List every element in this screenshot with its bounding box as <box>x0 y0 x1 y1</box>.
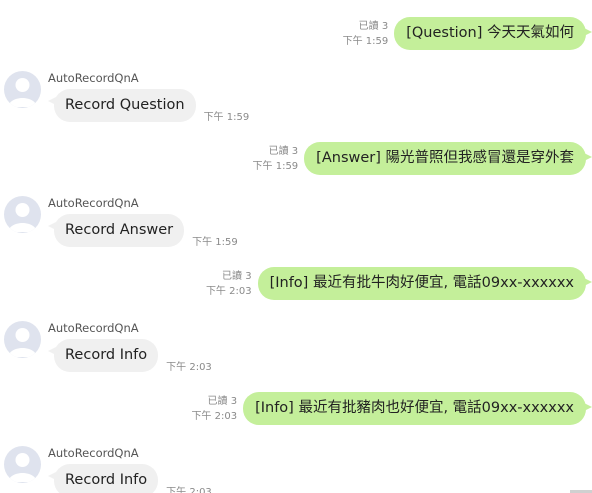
incoming-bubble[interactable]: Record Info <box>47 464 159 493</box>
incoming-message: AutoRecordQnA Record Info 下午 2:03 <box>4 446 304 493</box>
incoming-body: Record Answer 下午 1:59 <box>47 214 238 248</box>
incoming-message: AutoRecordQnA Record Question 下午 1:59 <box>4 71 304 131</box>
sender-name: AutoRecordQnA <box>48 196 139 210</box>
outgoing-bubble[interactable]: [Info] 最近有批豬肉也好便宜, 電話09xx-xxxxxx <box>243 392 592 425</box>
message-time: 下午 2:03 <box>166 362 212 373</box>
outgoing-message: 已讀 3 下午 2:03 [Info] 最近有批豬肉也好便宜, 電話09xx-x… <box>191 392 592 425</box>
incoming-body: Record Info 下午 2:03 <box>47 464 212 493</box>
user-avatar-icon <box>8 203 37 232</box>
incoming-bubble[interactable]: Record Info <box>47 339 159 372</box>
outgoing-bubble[interactable]: [Answer] 陽光普照但我感冒還是穿外套 <box>304 142 592 175</box>
message-time: 下午 2:03 <box>205 286 252 297</box>
outgoing-bubble[interactable]: [Info] 最近有批牛肉好便宜, 電話09xx-xxxxxx <box>257 267 592 300</box>
message-time: 下午 1:59 <box>192 237 238 248</box>
message-meta: 已讀 3 下午 2:03 <box>191 394 237 424</box>
message-meta: 已讀 3 下午 1:59 <box>343 19 389 49</box>
sender-name: AutoRecordQnA <box>48 71 139 85</box>
outgoing-bubble[interactable]: [Question] 今天天氣如何 <box>394 17 592 50</box>
user-avatar-icon <box>8 328 37 357</box>
avatar[interactable] <box>4 321 41 358</box>
message-time: 下午 2:03 <box>191 411 238 422</box>
user-avatar-icon <box>8 453 37 482</box>
read-receipt: 已讀 3 <box>268 146 299 157</box>
message-time: 下午 1:59 <box>342 36 389 47</box>
incoming-bubble[interactable]: Record Answer <box>47 214 185 247</box>
avatar[interactable] <box>4 71 41 108</box>
read-receipt: 已讀 3 <box>207 396 238 407</box>
message-meta: 已讀 3 下午 2:03 <box>206 269 252 299</box>
outgoing-message: 已讀 3 下午 1:59 [Answer] 陽光普照但我感冒還是穿外套 <box>253 142 592 175</box>
message-time: 下午 1:59 <box>252 161 299 172</box>
message-meta: 已讀 3 下午 1:59 <box>253 144 299 174</box>
chat-message-list[interactable]: 已讀 3 下午 1:59 [Question] 今天天氣如何 AutoRecor… <box>0 0 592 493</box>
incoming-body: Record Info 下午 2:03 <box>47 339 212 373</box>
incoming-message: AutoRecordQnA Record Answer 下午 1:59 <box>4 196 304 256</box>
read-receipt: 已讀 3 <box>358 21 389 32</box>
message-time: 下午 2:03 <box>166 487 212 493</box>
incoming-message: AutoRecordQnA Record Info 下午 2:03 <box>4 321 304 381</box>
user-avatar-icon <box>8 78 37 107</box>
avatar[interactable] <box>4 196 41 233</box>
message-time: 下午 1:59 <box>203 112 250 123</box>
incoming-bubble[interactable]: Record Question <box>48 89 196 122</box>
outgoing-message: 已讀 3 下午 1:59 [Question] 今天天氣如何 <box>343 17 592 50</box>
outgoing-message: 已讀 3 下午 2:03 [Info] 最近有批牛肉好便宜, 電話09xx-xx… <box>206 267 592 300</box>
sender-name: AutoRecordQnA <box>48 446 139 460</box>
sender-name: AutoRecordQnA <box>48 321 139 335</box>
read-receipt: 已讀 3 <box>222 271 252 282</box>
incoming-body: Record Question 下午 1:59 <box>48 89 250 123</box>
avatar[interactable] <box>4 446 41 483</box>
